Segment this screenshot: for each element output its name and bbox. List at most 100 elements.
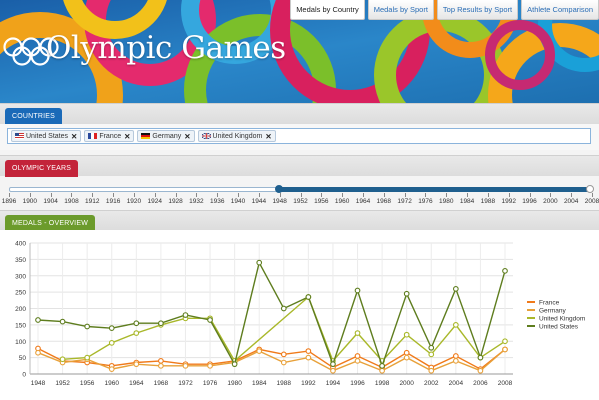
- medals-section-header: MEDALS - OVERVIEW: [0, 210, 599, 232]
- country-chip-uk[interactable]: United Kingdom ✕: [197, 130, 276, 142]
- france-flag-icon: [88, 133, 98, 139]
- year-tick-label: 1908: [64, 198, 79, 205]
- remove-country-icon[interactable]: ✕: [265, 132, 271, 141]
- data-point: [84, 323, 91, 330]
- year-tick-mark: [238, 193, 240, 197]
- country-chip-label: United States: [26, 132, 69, 140]
- data-point: [452, 353, 459, 359]
- country-chip-label: United Kingdom: [212, 132, 263, 140]
- year-tick-mark: [383, 193, 385, 197]
- year-tick-mark: [362, 193, 364, 197]
- data-point: [403, 331, 410, 338]
- uk-flag-icon: [201, 133, 211, 139]
- country-chip-us[interactable]: United States ✕: [11, 130, 82, 142]
- x-tick-label: 1976: [203, 380, 218, 387]
- slider-end-handle[interactable]: [586, 185, 594, 193]
- tab-athlete-comparison[interactable]: Athlete Comparison: [521, 0, 599, 20]
- legend-label: United Kingdom: [539, 315, 585, 322]
- year-tick-label: 1936: [209, 198, 225, 205]
- year-tick-label: 1984: [459, 198, 475, 205]
- year-tick-label: 1912: [85, 198, 100, 205]
- year-tick-mark: [154, 193, 156, 197]
- medals-chart-panel: 0 50 100 150 200 250 300 350 400 1948 1952 1956 1960…: [0, 230, 599, 400]
- tab-top-results-by-sport[interactable]: Top Results by Sport: [436, 0, 519, 20]
- x-tick-label: 1998: [375, 380, 390, 387]
- slider-start-handle[interactable]: [275, 185, 283, 193]
- y-tick-label: 400: [15, 241, 26, 248]
- data-point: [256, 348, 263, 354]
- data-point: [133, 320, 140, 327]
- year-tick-label: 1956: [314, 198, 329, 205]
- year-tick-mark: [342, 193, 344, 197]
- germany-flag-icon: [141, 133, 151, 139]
- data-point: [207, 362, 213, 369]
- year-tick-mark: [175, 193, 177, 197]
- years-section-header: OLYMPIC YEARS: [0, 155, 599, 177]
- data-point: [182, 312, 189, 318]
- year-tick-mark: [113, 193, 115, 197]
- y-tick-label: 200: [15, 306, 26, 313]
- year-tick-mark: [321, 193, 323, 197]
- x-tick-label: 1968: [154, 380, 169, 387]
- remove-country-icon[interactable]: ✕: [124, 132, 130, 141]
- data-point: [452, 358, 459, 364]
- y-tick-label: 150: [15, 322, 26, 329]
- year-tick-mark: [29, 193, 31, 197]
- data-point: [354, 330, 361, 336]
- header-banner: Olympic Games Medals by Country Medals b…: [0, 0, 599, 103]
- data-point: [452, 322, 459, 328]
- data-point: [330, 361, 336, 368]
- data-point: [84, 354, 91, 361]
- x-tick-label: 1960: [105, 380, 120, 387]
- year-tick-label: 1928: [168, 198, 183, 205]
- x-tick-label: 1980: [227, 380, 242, 387]
- y-tick-label: 300: [15, 273, 26, 280]
- remove-country-icon[interactable]: ✕: [184, 132, 190, 141]
- data-point: [158, 362, 164, 369]
- data-point: [305, 348, 312, 354]
- data-point: [330, 367, 336, 374]
- data-point: [182, 362, 189, 369]
- data-point: [502, 267, 508, 274]
- country-chip-france[interactable]: France ✕: [84, 130, 135, 142]
- year-tick-mark: [71, 193, 73, 197]
- year-tick-label: 1968: [376, 198, 392, 205]
- data-point: [256, 259, 263, 266]
- year-tick-mark: [300, 193, 302, 197]
- x-tick-label: 1994: [326, 380, 341, 387]
- data-point: [231, 361, 238, 368]
- data-point: [428, 351, 435, 358]
- country-chip-germany[interactable]: Germany ✕: [137, 130, 195, 142]
- x-tick-label: 2004: [449, 380, 464, 387]
- year-tick-label: 1920: [126, 198, 142, 205]
- legend-label: United States: [539, 323, 579, 330]
- x-tick-label: 1988: [277, 380, 292, 387]
- x-tick-label: 2000: [399, 380, 414, 387]
- year-tick-label: 1944: [251, 198, 267, 205]
- year-tick-mark: [446, 193, 448, 197]
- year-tick-label: 1904: [43, 198, 58, 205]
- year-tick-label: 1976: [418, 198, 433, 205]
- x-tick-label: 1996: [350, 380, 365, 387]
- countries-section-header: COUNTRIES: [0, 103, 599, 125]
- years-section-tab: OLYMPIC YEARS: [5, 160, 79, 177]
- year-tick-mark: [217, 193, 219, 197]
- year-tick-label: 1964: [355, 198, 371, 205]
- data-point: [108, 366, 115, 372]
- data-point: [502, 346, 508, 353]
- tab-medals-by-country[interactable]: Medals by Country: [290, 0, 365, 20]
- data-point: [133, 361, 140, 368]
- year-tick-mark: [529, 193, 531, 197]
- year-tick-label: 1992: [501, 198, 516, 205]
- x-tick-label: 1992: [301, 380, 316, 387]
- legend-label: Germany: [539, 307, 566, 314]
- tab-medals-by-sport[interactable]: Medals by Sport: [367, 0, 434, 20]
- legend-label: France: [539, 299, 560, 306]
- year-range-slider: 1896 1900 1904 1908 1912 1916 1920 1924 1928 1932…: [0, 176, 599, 214]
- country-selector[interactable]: United States ✕ France ✕ Germany ✕ Unite…: [7, 128, 591, 144]
- data-point: [502, 338, 508, 345]
- year-tick-label: 1924: [147, 198, 162, 205]
- data-point: [428, 344, 435, 351]
- y-tick-label: 50: [19, 355, 27, 362]
- remove-country-icon[interactable]: ✕: [71, 132, 77, 141]
